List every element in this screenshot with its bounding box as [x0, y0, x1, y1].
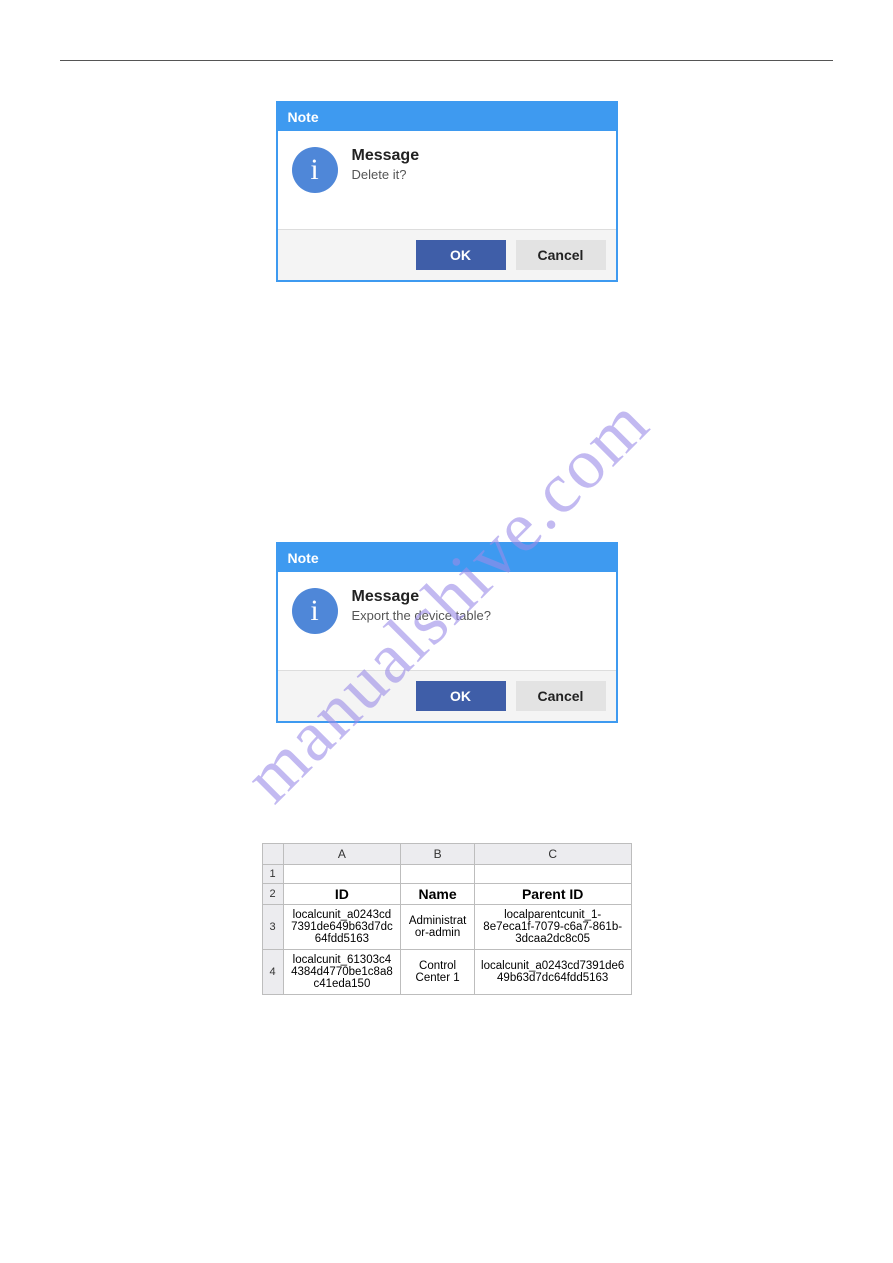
dialog-body: i Message Export the device table? — [278, 572, 616, 670]
table-row: 3 localcunit_a0243cd7391de649b63d7dc64fd… — [262, 905, 631, 950]
spreadsheet-table: A B C 1 2 ID Name Parent ID 3 localcunit… — [262, 843, 632, 995]
cell-parent[interactable]: localcunit_a0243cd7391de649b63d7dc64fdd5… — [474, 950, 631, 995]
dialog-title: Note — [278, 103, 616, 131]
message-text: Export the device table? — [352, 608, 491, 623]
message-text: Delete it? — [352, 167, 420, 182]
message-block: Message Export the device table? — [352, 588, 491, 623]
empty-cell[interactable] — [474, 865, 631, 884]
ok-button[interactable]: OK — [416, 681, 506, 711]
col-header-b[interactable]: B — [401, 844, 475, 865]
message-heading: Message — [352, 588, 491, 606]
corner-cell — [262, 844, 283, 865]
table-row: 2 ID Name Parent ID — [262, 884, 631, 905]
col-title-name[interactable]: Name — [401, 884, 475, 905]
empty-cell[interactable] — [401, 865, 475, 884]
column-header-row: A B C — [262, 844, 631, 865]
note-dialog-delete: Note i Message Delete it? OK Cancel — [276, 101, 618, 282]
message-block: Message Delete it? — [352, 147, 420, 182]
cell-parent[interactable]: localparentcunit_1-8e7eca1f-7079-c6a7-86… — [474, 905, 631, 950]
dialog-footer: OK Cancel — [278, 670, 616, 721]
spacer — [0, 723, 893, 843]
row-header[interactable]: 3 — [262, 905, 283, 950]
document-page: manualshive.com Note i Message Delete it… — [0, 0, 893, 995]
empty-cell[interactable] — [283, 865, 401, 884]
cancel-button[interactable]: Cancel — [516, 681, 606, 711]
col-header-c[interactable]: C — [474, 844, 631, 865]
note-dialog-export: Note i Message Export the device table? … — [276, 542, 618, 723]
dialog-footer: OK Cancel — [278, 229, 616, 280]
spacer — [0, 282, 893, 542]
cancel-button[interactable]: Cancel — [516, 240, 606, 270]
cell-name[interactable]: Administrator-admin — [401, 905, 475, 950]
dialog-title: Note — [278, 544, 616, 572]
row-header[interactable]: 4 — [262, 950, 283, 995]
table-row: 1 — [262, 865, 631, 884]
message-heading: Message — [352, 147, 420, 165]
col-title-id[interactable]: ID — [283, 884, 401, 905]
info-icon: i — [292, 588, 338, 634]
col-title-parent[interactable]: Parent ID — [474, 884, 631, 905]
row-header[interactable]: 1 — [262, 865, 283, 884]
cell-name[interactable]: Control Center 1 — [401, 950, 475, 995]
info-icon: i — [292, 147, 338, 193]
dialog-body: i Message Delete it? — [278, 131, 616, 229]
horizontal-rule — [60, 60, 833, 61]
col-header-a[interactable]: A — [283, 844, 401, 865]
cell-id[interactable]: localcunit_a0243cd7391de649b63d7dc64fdd5… — [283, 905, 401, 950]
ok-button[interactable]: OK — [416, 240, 506, 270]
cell-id[interactable]: localcunit_61303c44384d4770be1c8a8c41eda… — [283, 950, 401, 995]
table-row: 4 localcunit_61303c44384d4770be1c8a8c41e… — [262, 950, 631, 995]
row-header[interactable]: 2 — [262, 884, 283, 905]
